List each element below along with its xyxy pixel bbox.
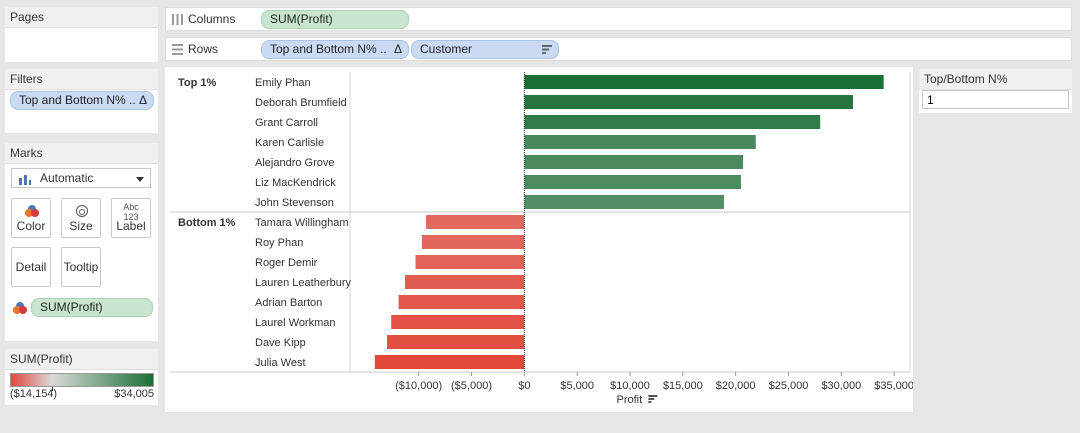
size-button-label: Size <box>69 219 93 233</box>
profit-bar <box>524 135 756 149</box>
columns-icon <box>172 14 183 25</box>
profit-bar <box>524 95 853 109</box>
filters-card-title: Filters <box>5 69 158 90</box>
label-button-label: Label <box>116 219 146 233</box>
marks-card-title: Marks <box>5 143 158 164</box>
x-tick-label: ($5,000) <box>451 380 492 392</box>
rows-pill-customer-label: Customer <box>420 42 473 56</box>
label-button[interactable]: Abc 123 Label <box>111 198 151 238</box>
rows-pill-top-bottom-label: Top and Bottom N% .. <box>270 42 387 56</box>
detail-button[interactable]: Detail <box>11 247 51 287</box>
pages-card: Pages <box>5 7 158 62</box>
profit-bar <box>404 275 525 289</box>
group-label: Top 1% <box>178 77 217 89</box>
rows-shelf[interactable]: Rows Top and Bottom N% .. Δ Customer <box>165 37 1072 61</box>
delta-icon: Δ <box>138 93 147 107</box>
x-tick-label: $0 <box>518 380 530 392</box>
size-button[interactable]: Size <box>61 198 101 238</box>
x-tick-label: ($10,000) <box>395 380 442 392</box>
profit-bar <box>421 235 525 249</box>
profit-bar <box>524 195 725 209</box>
customer-label: Deborah Brumfield <box>255 97 347 109</box>
parameter-card-title: Top/Bottom N% <box>919 69 1072 90</box>
rows-pill-customer[interactable]: Customer <box>411 40 559 59</box>
tooltip-button-label: Tooltip <box>63 260 99 274</box>
profit-bar <box>524 175 741 189</box>
color-button[interactable]: Color <box>11 198 51 238</box>
rows-icon <box>172 44 183 55</box>
profit-bar <box>524 75 884 89</box>
rows-pill-top-bottom[interactable]: Top and Bottom N% .. Δ <box>261 40 409 59</box>
customer-label: Karen Carlisle <box>255 137 324 149</box>
x-tick-label: $15,000 <box>663 380 703 392</box>
size-icon <box>76 205 88 217</box>
profit-bar <box>524 155 744 169</box>
columns-pill-label: SUM(Profit) <box>270 12 333 26</box>
profit-bar <box>426 215 525 229</box>
detail-button-label: Detail <box>15 260 47 274</box>
customer-label: Roger Demir <box>255 257 318 269</box>
chevron-down-icon <box>136 177 144 182</box>
customer-label: John Stevenson <box>255 197 334 209</box>
customer-label: Alejandro Grove <box>255 157 335 169</box>
color-legend-max-label: $34,005 <box>114 388 154 400</box>
tooltip-button[interactable]: Tooltip <box>61 247 101 287</box>
x-tick-label: $30,000 <box>821 380 861 392</box>
mark-type-dropdown[interactable]: Automatic <box>11 168 151 188</box>
color-icon <box>25 205 39 217</box>
customer-label: Grant Carroll <box>255 117 318 129</box>
profit-bar <box>386 335 525 349</box>
color-legend-card: SUM(Profit) ($14,154) $34,005 <box>5 349 158 405</box>
sort-icon <box>648 398 655 400</box>
filter-pill-top-bottom[interactable]: Top and Bottom N% .. Δ <box>10 91 154 110</box>
color-legend-min-label: ($14,154) <box>10 388 58 400</box>
filter-pill-label: Top and Bottom N% .. <box>19 93 136 107</box>
x-axis-title: Profit <box>616 394 642 406</box>
sort-icon <box>648 401 652 403</box>
bar-chart: Top 1% Emily Phan Deborah Brumfield Grant C… <box>170 72 914 406</box>
group-label: Bottom 1% <box>178 217 236 229</box>
profit-bar <box>415 255 525 269</box>
customer-label: Dave Kipp <box>255 337 306 349</box>
sort-icon <box>542 45 552 54</box>
columns-shelf[interactable]: Columns SUM(Profit) <box>165 7 1072 31</box>
profit-bar <box>398 295 525 309</box>
x-tick-label: $5,000 <box>560 380 594 392</box>
marks-card: Marks Automatic Color Size Abc 123 Label… <box>5 143 158 341</box>
parameter-card: Top/Bottom N% <box>919 69 1072 113</box>
color-pill-sum-profit[interactable]: SUM(Profit) <box>31 298 153 317</box>
color-button-label: Color <box>16 219 46 233</box>
customer-label: Tamara Willingham <box>255 217 349 229</box>
customer-label: Liz MacKendrick <box>255 177 336 189</box>
sort-icon <box>648 395 658 397</box>
x-tick-label: $10,000 <box>610 380 650 392</box>
x-tick-label: $25,000 <box>769 380 809 392</box>
color-gradient-bar <box>10 373 154 387</box>
chart-view: Top 1% Emily Phan Deborah Brumfield Grant C… <box>165 67 914 412</box>
mark-type-label: Automatic <box>40 171 94 185</box>
profit-bar <box>391 315 525 329</box>
customer-label: Lauren Leatherbury <box>255 277 352 289</box>
parameter-input[interactable] <box>922 90 1069 109</box>
customer-label: Adrian Barton <box>255 297 322 309</box>
color-encoding-icon <box>13 302 27 314</box>
columns-shelf-label: Columns <box>188 12 236 26</box>
pages-card-title: Pages <box>5 7 158 28</box>
customer-label: Laurel Workman <box>255 317 336 329</box>
x-tick-label: $20,000 <box>716 380 756 392</box>
customer-label: Julia West <box>255 357 306 369</box>
delta-icon: Δ <box>393 42 402 56</box>
filters-card: Filters Top and Bottom N% .. Δ <box>5 69 158 133</box>
customer-label: Emily Phan <box>255 77 311 89</box>
columns-pill-sum-profit[interactable]: SUM(Profit) <box>261 10 409 29</box>
profit-bar <box>374 355 525 369</box>
bar-chart-icon <box>19 175 31 185</box>
rows-shelf-label: Rows <box>188 42 219 56</box>
x-tick-label: $35,000 <box>874 380 913 392</box>
customer-label: Roy Phan <box>255 237 303 249</box>
color-pill-label: SUM(Profit) <box>40 300 103 314</box>
color-legend-title: SUM(Profit) <box>5 349 158 370</box>
profit-bar <box>524 115 821 129</box>
